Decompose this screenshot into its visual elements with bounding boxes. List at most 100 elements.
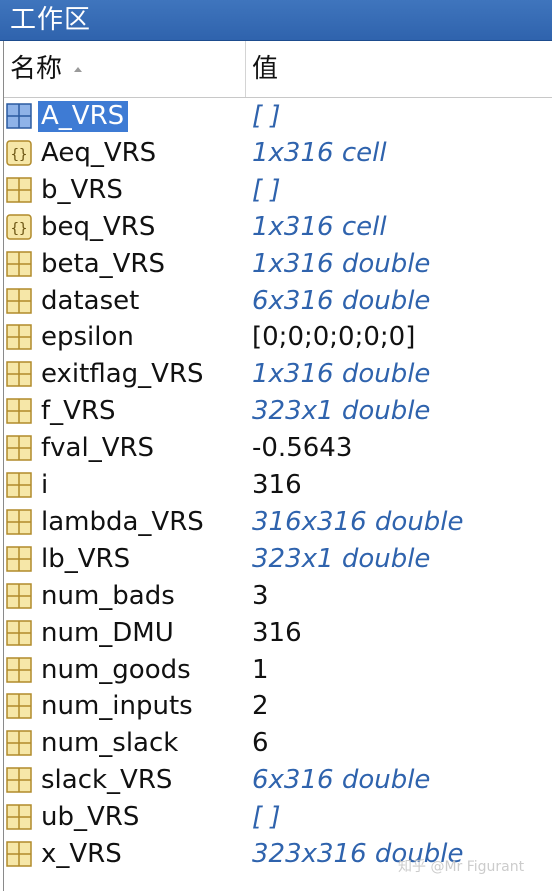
variable-name-cell[interactable]: lb_VRS [38,544,134,575]
variable-name: i [41,470,49,500]
variable-row[interactable]: {} beq_VRS 1x316 cell [4,209,552,246]
variable-value[interactable]: 323x1 double [252,544,430,575]
variable-row[interactable]: f_VRS 323x1 double [4,393,552,430]
variable-value[interactable]: 2 [252,691,269,722]
matrix-icon [6,619,32,646]
variable-name-cell[interactable]: Aeq_VRS [38,138,160,169]
variable-row[interactable]: i 316 [4,467,552,504]
variable-value[interactable]: 1x316 double [252,249,430,280]
matrix-icon [6,250,32,277]
value-column-label: 值 [252,54,279,84]
matrix-icon [6,361,32,388]
svg-text:{}: {} [11,221,28,237]
variable-value[interactable]: 316 [252,470,302,501]
variable-name-cell[interactable]: slack_VRS [38,765,176,796]
variable-value[interactable]: 1x316 cell [252,212,387,243]
variable-name-cell[interactable]: num_slack [38,728,182,759]
workspace-title: 工作区 [10,5,92,35]
variable-name-cell[interactable]: x_VRS [38,839,126,870]
variable-row[interactable]: num_DMU 316 [4,615,552,652]
variable-row[interactable]: exitflag_VRS 1x316 double [4,356,552,393]
matrix-icon [6,693,32,720]
variable-value[interactable]: [ ] [252,101,281,132]
matrix-icon [6,804,32,830]
matrix-icon [6,472,32,498]
variable-name: Aeq_VRS [41,137,157,168]
variable-value[interactable]: 6x316 double [252,765,430,796]
variable-name: f_VRS [41,396,116,427]
matrix-icon [6,435,32,461]
variable-name-cell[interactable]: fval_VRS [38,433,158,464]
variable-row[interactable]: slack_VRS 6x316 double [4,762,552,799]
value-column-header[interactable]: 值 [246,41,552,97]
variable-row[interactable]: fval_VRS -0.5643 [4,430,552,467]
variable-name-cell[interactable]: num_bads [38,581,179,612]
variable-value[interactable]: [0;0;0;0;0;0] [252,322,415,353]
variable-name-cell[interactable]: num_inputs [38,691,197,722]
variable-name-cell[interactable]: exitflag_VRS [38,359,208,390]
variable-row[interactable]: lb_VRS 323x1 double [4,541,552,578]
variable-name-cell[interactable]: num_goods [38,655,195,686]
variable-row[interactable]: beta_VRS 1x316 double [4,246,552,283]
variable-row[interactable]: b_VRS [ ] [4,172,552,209]
variable-value[interactable]: 6 [252,728,269,759]
matrix-icon [6,656,32,683]
matrix-icon [6,582,32,609]
name-column-header[interactable]: 名称 [4,41,246,97]
svg-text:{}: {} [11,147,28,163]
variable-value[interactable]: 1x316 double [252,359,430,390]
workspace-titlebar[interactable]: 工作区 [0,0,552,41]
matrix-icon [6,767,32,793]
variable-name-cell[interactable]: beta_VRS [38,249,169,280]
variable-row[interactable]: ub_VRS [ ] [4,799,552,836]
variable-value[interactable]: 1x316 cell [252,138,387,169]
variable-name-cell[interactable]: A_VRS [38,101,129,132]
variable-name: b_VRS [41,174,123,205]
variable-value[interactable]: 323x1 double [252,396,430,427]
variable-value[interactable]: 6x316 double [252,286,430,317]
matrix-icon [6,509,32,535]
variable-name: num_DMU [41,617,174,648]
variable-name-cell[interactable]: epsilon [38,322,138,353]
variable-name: num_slack [41,728,179,759]
variable-name: fval_VRS [41,433,155,464]
matrix-icon [6,841,32,867]
variable-name-cell[interactable]: dataset [38,286,143,317]
matrix-icon [6,177,32,203]
variable-name: lb_VRS [41,543,131,574]
variable-row[interactable]: num_goods 1 [4,652,552,689]
variable-value[interactable]: -0.5643 [252,433,352,464]
variable-row[interactable]: epsilon [0;0;0;0;0;0] [4,319,552,356]
variable-value[interactable]: 316x316 double [252,507,464,538]
variable-value[interactable]: 1 [252,655,269,686]
cell-array-icon: {} [6,213,32,240]
variable-name: epsilon [41,322,134,353]
variable-name: dataset [41,285,140,316]
variable-name-cell[interactable]: num_DMU [38,618,178,649]
variable-name-cell[interactable]: lambda_VRS [38,507,208,538]
variable-value[interactable]: [ ] [252,802,281,833]
variable-name: x_VRS [41,839,122,869]
workspace-panel: 名称 值 A_VRS [ ] {} Aeq_VRS 1x316 cell b_VRS [ ]… [3,41,552,891]
variable-row[interactable]: num_bads 3 [4,578,552,615]
variable-row[interactable]: num_inputs 2 [4,688,552,725]
variable-row[interactable]: A_VRS [ ] [4,98,552,135]
variable-value[interactable]: 316 [252,618,302,649]
variable-name-cell[interactable]: ub_VRS [38,802,143,833]
matrix-icon [6,103,32,129]
variable-name-cell[interactable]: f_VRS [38,396,120,427]
variable-value[interactable]: 3 [252,581,269,612]
sort-ascending-icon [74,67,82,72]
variable-row[interactable]: lambda_VRS 316x316 double [4,504,552,541]
matrix-icon [6,287,32,314]
cell-array-icon: {} [6,140,32,166]
variable-name: slack_VRS [41,765,173,796]
variable-row[interactable]: num_slack 6 [4,725,552,762]
variable-value[interactable]: [ ] [252,175,281,206]
variable-name-cell[interactable]: b_VRS [38,175,127,206]
variable-row[interactable]: {} Aeq_VRS 1x316 cell [4,135,552,172]
variable-name-cell[interactable]: i [38,470,52,501]
variable-name: ub_VRS [41,802,140,833]
variable-name-cell[interactable]: beq_VRS [38,212,159,243]
variable-row[interactable]: dataset 6x316 double [4,283,552,320]
